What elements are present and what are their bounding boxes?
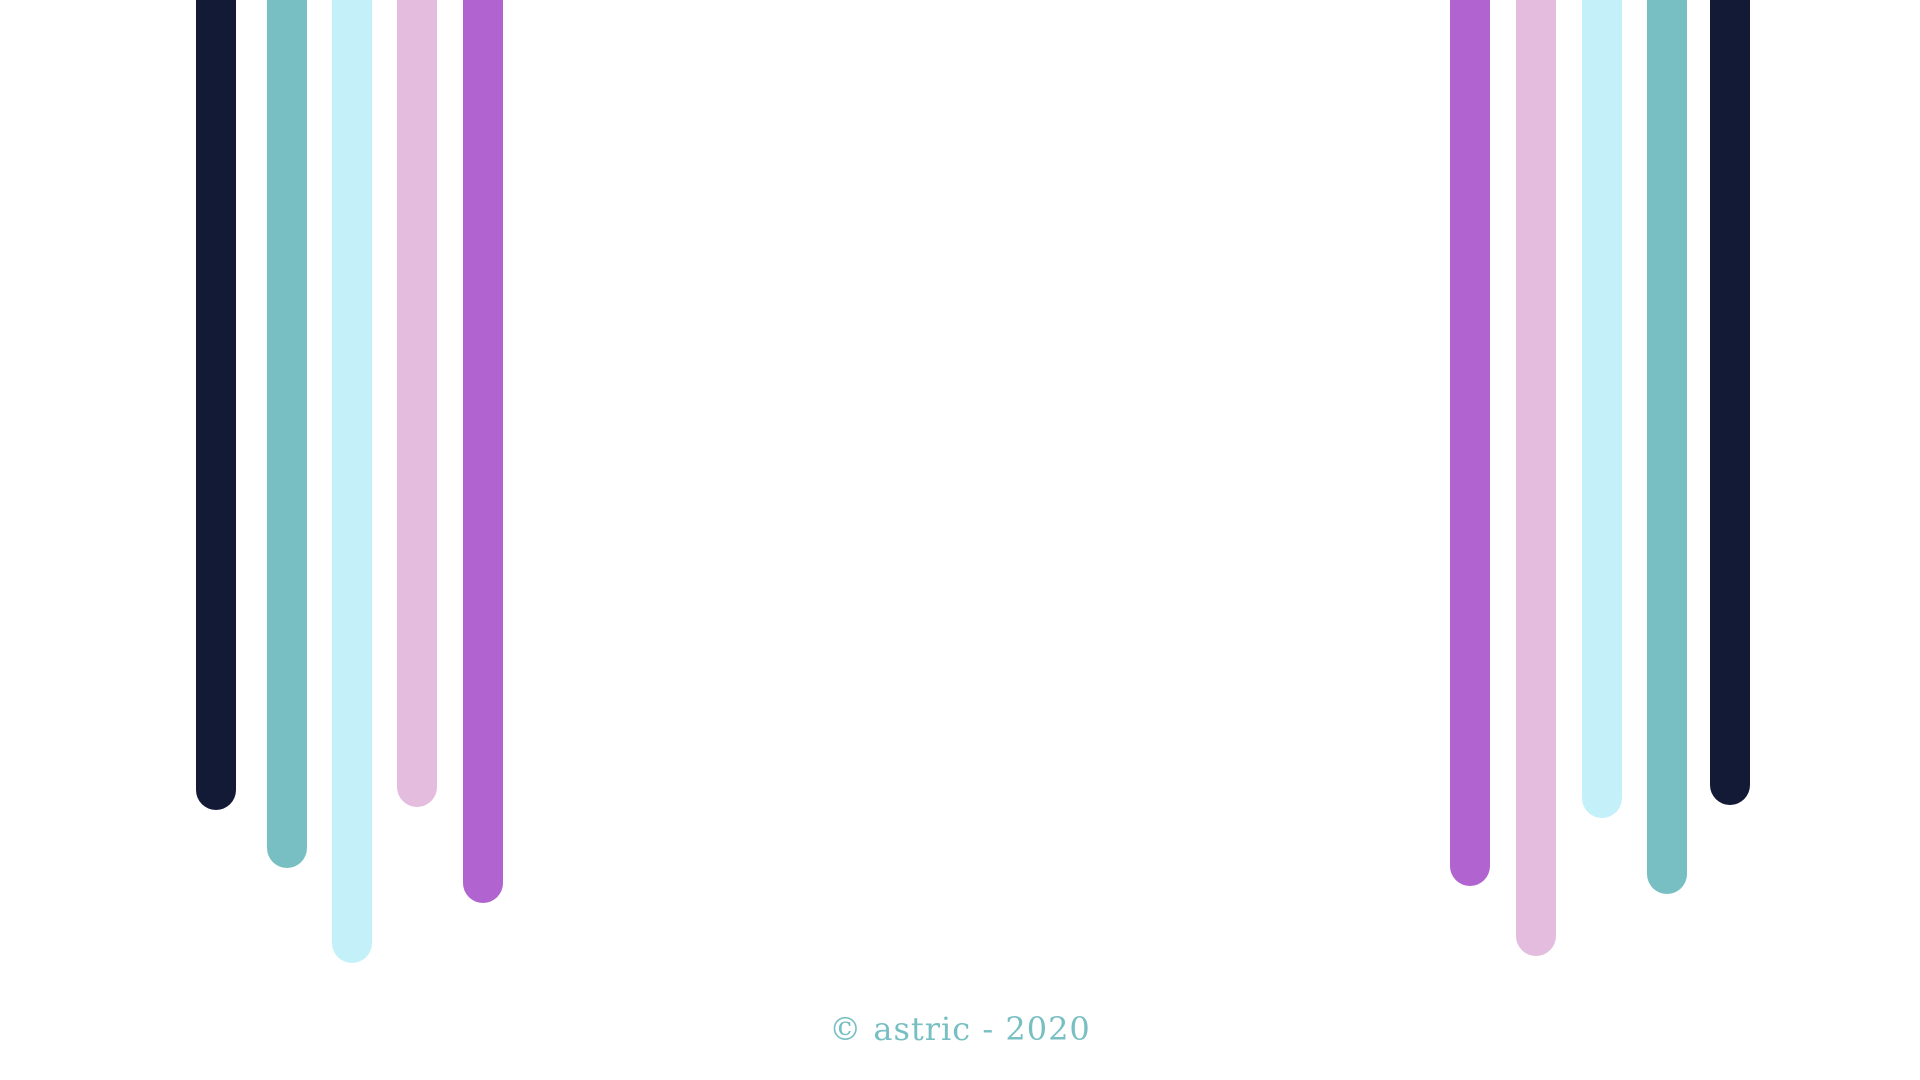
- footer-copyright: © astric - 2020: [829, 1010, 1091, 1048]
- left-stripe-4: [397, 0, 437, 807]
- right-stripe-4: [1647, 0, 1687, 894]
- left-stripe-2: [267, 0, 307, 868]
- right-stripe-5: [1710, 0, 1750, 805]
- page: © astric - 2020: [0, 0, 1920, 1080]
- left-stripe-5: [463, 0, 503, 903]
- right-stripe-2: [1516, 0, 1556, 956]
- right-stripe-1: [1450, 0, 1490, 886]
- left-stripe-1: [196, 0, 236, 810]
- right-stripe-3: [1582, 0, 1622, 818]
- left-stripe-3: [332, 0, 372, 963]
